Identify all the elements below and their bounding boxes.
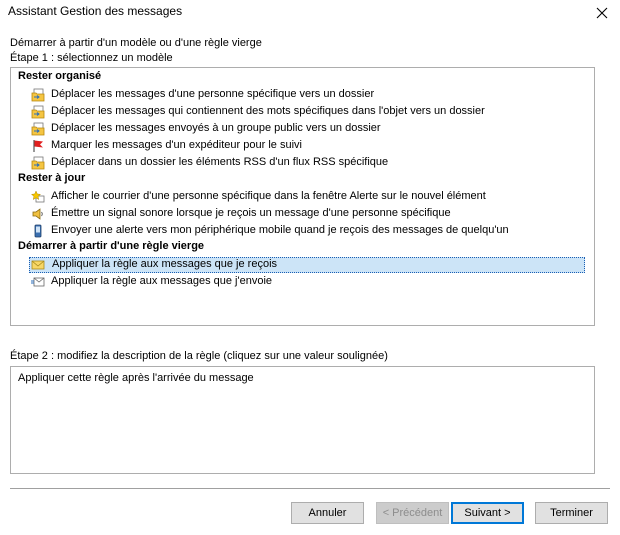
template-item-label: Déplacer dans un dossier les éléments RS… [51, 156, 389, 168]
cancel-button[interactable]: Annuler [291, 502, 364, 524]
folder-move-icon [31, 88, 45, 102]
window-title: Assistant Gestion des messages [8, 4, 183, 18]
next-button[interactable]: Suivant > [451, 502, 524, 524]
template-item-apply-on-receive[interactable]: Appliquer la règle aux messages que je r… [29, 257, 585, 273]
section-header-blank-rule: Démarrer à partir d'une règle vierge [18, 240, 205, 252]
folder-move-icon [31, 156, 45, 170]
close-icon [596, 7, 608, 19]
rule-description-box[interactable]: Appliquer cette règle après l'arrivée du… [10, 366, 595, 474]
template-item-move-from-person[interactable]: Déplacer les messages d'une personne spé… [29, 87, 585, 103]
previous-button[interactable]: < Précédent [376, 502, 449, 524]
template-item-show-alert-window[interactable]: Afficher le courrier d'une personne spéc… [29, 189, 585, 205]
step2-label: Étape 2 : modifiez la description de la … [10, 350, 388, 362]
template-item-label: Déplacer les messages envoyés à un group… [51, 122, 381, 134]
template-item-mobile-alert[interactable]: Envoyer une alerte vers mon périphérique… [29, 223, 585, 239]
send-mail-icon [31, 277, 45, 287]
close-button[interactable] [584, 0, 620, 26]
template-item-label: Marquer les messages d'un expéditeur pou… [51, 139, 302, 151]
intro-text: Démarrer à partir d'un modèle ou d'une r… [10, 37, 262, 49]
step1-label: Étape 1 : sélectionnez un modèle [10, 52, 173, 64]
separator-highlight [10, 489, 610, 490]
template-item-label: Déplacer les messages qui contiennent de… [51, 105, 485, 117]
template-item-move-by-subject[interactable]: Déplacer les messages qui contiennent de… [29, 104, 585, 120]
folder-move-icon [31, 105, 45, 119]
template-item-label: Appliquer la règle aux messages que j'en… [51, 275, 273, 287]
folder-move-icon [31, 122, 45, 136]
template-item-play-sound[interactable]: Émettre un signal sonore lorsque je reço… [29, 206, 585, 222]
section-header-organise: Rester organisé [18, 70, 102, 82]
template-item-label: Afficher le courrier d'une personne spéc… [51, 190, 486, 202]
rule-description-text: Appliquer cette règle après l'arrivée du… [18, 372, 254, 384]
title-bar: Assistant Gestion des messages [0, 0, 620, 26]
red-flag-icon [33, 140, 43, 152]
template-item-flag-sender[interactable]: Marquer les messages d'un expéditeur pou… [29, 138, 585, 154]
template-item-label: Envoyer une alerte vers mon périphérique… [51, 224, 509, 236]
template-item-apply-on-send[interactable]: Appliquer la règle aux messages que j'en… [29, 274, 585, 290]
template-item-label: Appliquer la règle aux messages que je r… [52, 258, 278, 270]
envelope-icon [31, 260, 45, 270]
rules-wizard-window: Assistant Gestion des messages Démarrer … [0, 0, 620, 535]
template-item-label: Émettre un signal sonore lorsque je reço… [51, 207, 451, 219]
template-item-label: Déplacer les messages d'une personne spé… [51, 88, 375, 100]
section-header-stay-updated: Rester à jour [18, 172, 86, 184]
template-item-move-sent-to-group[interactable]: Déplacer les messages envoyés à un group… [29, 121, 585, 137]
mobile-phone-icon [34, 224, 42, 238]
template-item-move-rss[interactable]: Déplacer dans un dossier les éléments RS… [29, 155, 585, 171]
speaker-icon [32, 208, 43, 220]
alert-star-icon [31, 190, 45, 203]
finish-button[interactable]: Terminer [535, 502, 608, 524]
template-list[interactable]: Rester organisé Déplacer les messages d'… [10, 67, 595, 326]
